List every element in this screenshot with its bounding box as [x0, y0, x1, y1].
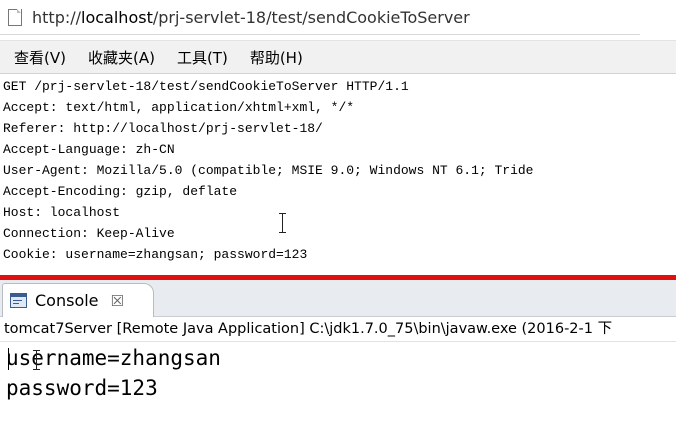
request-line: Cookie: username=zhangsan; password=123: [3, 247, 308, 262]
text-cursor-icon: [33, 349, 41, 371]
close-icon[interactable]: ☒: [111, 292, 124, 310]
url-host: localhost: [81, 7, 153, 27]
request-line: User-Agent: Mozilla/5.0 (compatible; MSI…: [3, 163, 534, 178]
request-line: Host: localhost: [3, 205, 121, 220]
console-process-description: tomcat7Server [Remote Java Application] …: [0, 317, 676, 342]
http-request-text: GET /prj-servlet-18/test/sendCookieToSer…: [0, 76, 676, 272]
address-bar: http://localhost/prj-servlet-18/test/sen…: [0, 0, 676, 36]
url-path: /prj-servlet-18/test/sendCookieToServer: [152, 7, 470, 27]
console-output-line: password=123: [6, 376, 158, 400]
console-icon: [10, 293, 27, 308]
view-tabstrip: Console ☒: [0, 280, 676, 317]
request-line: Accept: text/html, application/xhtml+xml…: [3, 100, 355, 115]
url-field[interactable]: http://localhost/prj-servlet-18/test/sen…: [0, 0, 640, 35]
text-caret: [8, 348, 9, 370]
tab-console-label: Console: [35, 291, 99, 310]
menu-view[interactable]: 查看(V): [14, 47, 66, 68]
request-line: Accept-Encoding: gzip, deflate: [3, 184, 238, 199]
console-output-line: username=zhangsan: [6, 346, 221, 370]
menu-help[interactable]: 帮助(H): [250, 47, 303, 68]
console-output[interactable]: username=zhangsan password=123: [0, 343, 676, 423]
request-line: Referer: http://localhost/prj-servlet-18…: [3, 121, 323, 136]
url-prefix: http://: [32, 7, 82, 27]
text-cursor-icon: [279, 212, 287, 234]
menu-tools[interactable]: 工具(T): [177, 47, 228, 68]
request-line: Accept-Language: zh-CN: [3, 142, 175, 157]
url-text[interactable]: http://localhost/prj-servlet-18/test/sen…: [32, 8, 470, 27]
tab-console[interactable]: Console ☒: [2, 283, 154, 317]
menu-favorites[interactable]: 收藏夹(A): [88, 47, 155, 68]
request-line: GET /prj-servlet-18/test/sendCookieToSer…: [3, 79, 409, 94]
request-line: Connection: Keep-Alive: [3, 226, 175, 241]
page-icon: [6, 8, 22, 26]
menu-bar: 查看(V) 收藏夹(A) 工具(T) 帮助(H): [0, 40, 676, 74]
